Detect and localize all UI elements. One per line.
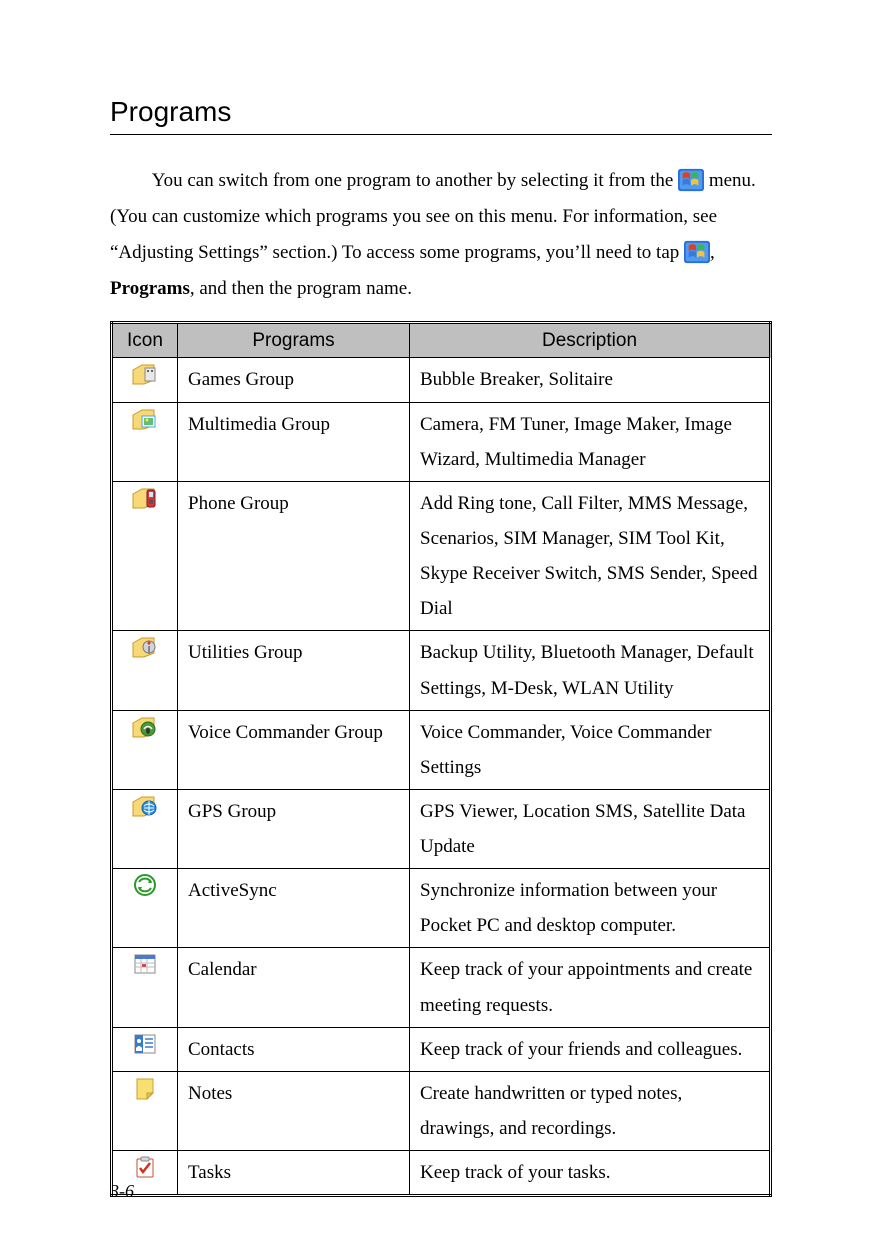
table-row: CalendarKeep track of your appointments … [112, 948, 771, 1027]
utilities-group-icon [132, 635, 158, 659]
table-row: Multimedia GroupCamera, FM Tuner, Image … [112, 402, 771, 481]
row-program: Multimedia Group [178, 402, 410, 481]
table-row: Games GroupBubble Breaker, Solitaire [112, 358, 771, 402]
multimedia-group-icon [132, 407, 158, 431]
table-row: TasksKeep track of your tasks. [112, 1151, 771, 1196]
row-icon-cell [112, 869, 178, 948]
header-icon: Icon [112, 323, 178, 358]
header-description: Description [410, 323, 771, 358]
row-program: Phone Group [178, 481, 410, 631]
activesync-icon [132, 873, 158, 897]
programs-table: Icon Programs Description Games GroupBub… [110, 321, 772, 1197]
table-row: Phone GroupAdd Ring tone, Call Filter, M… [112, 481, 771, 631]
notes-icon [132, 1076, 158, 1100]
heading-divider [110, 134, 772, 135]
row-icon-cell [112, 789, 178, 868]
voice-commander-icon [132, 715, 158, 739]
row-program: Voice Commander Group [178, 710, 410, 789]
intro-paragraph: You can switch from one program to anoth… [110, 163, 772, 307]
row-program: Tasks [178, 1151, 410, 1196]
comma-text: , [710, 242, 715, 263]
row-icon-cell [112, 1027, 178, 1071]
intro-text-1: You can switch from one program to anoth… [152, 170, 674, 191]
calendar-icon [132, 952, 158, 976]
row-icon-cell [112, 710, 178, 789]
contacts-icon [132, 1032, 158, 1056]
row-description: Backup Utility, Bluetooth Manager, Defau… [410, 631, 771, 710]
row-description: Add Ring tone, Call Filter, MMS Message,… [410, 481, 771, 631]
row-program: ActiveSync [178, 869, 410, 948]
row-description: Bubble Breaker, Solitaire [410, 358, 771, 402]
section-heading: Programs [110, 96, 772, 128]
phone-group-icon [132, 486, 158, 510]
table-row: NotesCreate handwritten or typed notes, … [112, 1071, 771, 1150]
row-description: Keep track of your tasks. [410, 1151, 771, 1196]
row-icon-cell [112, 1071, 178, 1150]
row-description: Camera, FM Tuner, Image Maker, Image Wiz… [410, 402, 771, 481]
header-programs: Programs [178, 323, 410, 358]
row-description: GPS Viewer, Location SMS, Satellite Data… [410, 789, 771, 868]
table-row: Utilities GroupBackup Utility, Bluetooth… [112, 631, 771, 710]
row-program: Games Group [178, 358, 410, 402]
windows-start-icon [684, 240, 710, 264]
row-icon-cell [112, 948, 178, 1027]
row-program: Notes [178, 1071, 410, 1150]
gps-group-icon [132, 794, 158, 818]
row-icon-cell [112, 631, 178, 710]
tasks-icon [132, 1155, 158, 1179]
row-program: Contacts [178, 1027, 410, 1071]
row-description: Keep track of your appointments and crea… [410, 948, 771, 1027]
row-description: Synchronize information between your Poc… [410, 869, 771, 948]
row-description: Create handwritten or typed notes, drawi… [410, 1071, 771, 1150]
games-group-icon [132, 362, 158, 386]
table-row: ActiveSyncSynchronize information betwee… [112, 869, 771, 948]
row-icon-cell [112, 481, 178, 631]
page-number: 3-6 [110, 1181, 134, 1202]
row-icon-cell [112, 358, 178, 402]
row-program: GPS Group [178, 789, 410, 868]
table-row: GPS GroupGPS Viewer, Location SMS, Satel… [112, 789, 771, 868]
table-row: Voice Commander GroupVoice Commander, Vo… [112, 710, 771, 789]
intro-text-3: , and then the program name. [190, 278, 412, 299]
row-icon-cell [112, 402, 178, 481]
programs-bold: Programs [110, 278, 190, 299]
windows-start-icon [678, 168, 704, 192]
table-header-row: Icon Programs Description [112, 323, 771, 358]
row-program: Utilities Group [178, 631, 410, 710]
row-description: Voice Commander, Voice Commander Setting… [410, 710, 771, 789]
row-program: Calendar [178, 948, 410, 1027]
row-description: Keep track of your friends and colleague… [410, 1027, 771, 1071]
table-row: ContactsKeep track of your friends and c… [112, 1027, 771, 1071]
